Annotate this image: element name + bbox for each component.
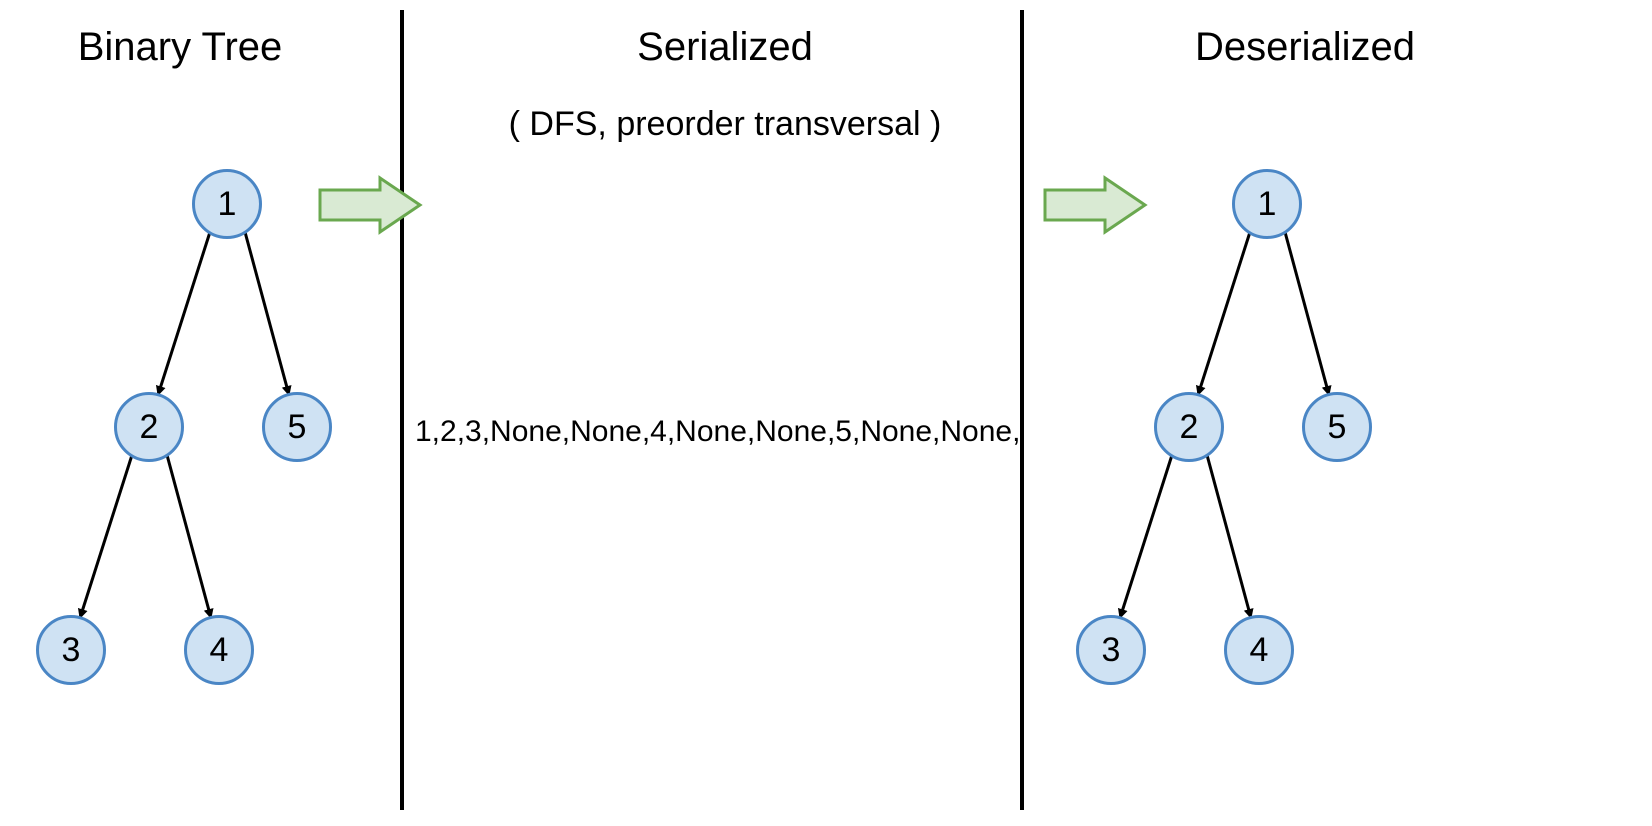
left-node-2: 2 <box>114 392 184 462</box>
left-node-1: 1 <box>192 169 262 239</box>
divider-left <box>400 10 404 810</box>
serialized-string: 1,2,3,None,None,4,None,None,5,None,None, <box>415 415 1020 449</box>
title-deserialized: Deserialized <box>1055 25 1555 70</box>
left-node-5: 5 <box>262 392 332 462</box>
arrow-serialize-icon <box>315 175 425 235</box>
right-node-5: 5 <box>1302 392 1372 462</box>
right-node-1: 1 <box>1232 169 1302 239</box>
divider-right <box>1020 10 1024 810</box>
right-node-4: 4 <box>1224 615 1294 685</box>
right-node-3: 3 <box>1076 615 1146 685</box>
left-node-4: 4 <box>184 615 254 685</box>
title-serialized: Serialized <box>475 25 975 70</box>
subtitle-serialized: ( DFS, preorder transversal ) <box>475 105 975 144</box>
right-node-2: 2 <box>1154 392 1224 462</box>
left-node-3: 3 <box>36 615 106 685</box>
arrow-deserialize-icon <box>1040 175 1150 235</box>
title-binary-tree: Binary Tree <box>0 25 380 70</box>
